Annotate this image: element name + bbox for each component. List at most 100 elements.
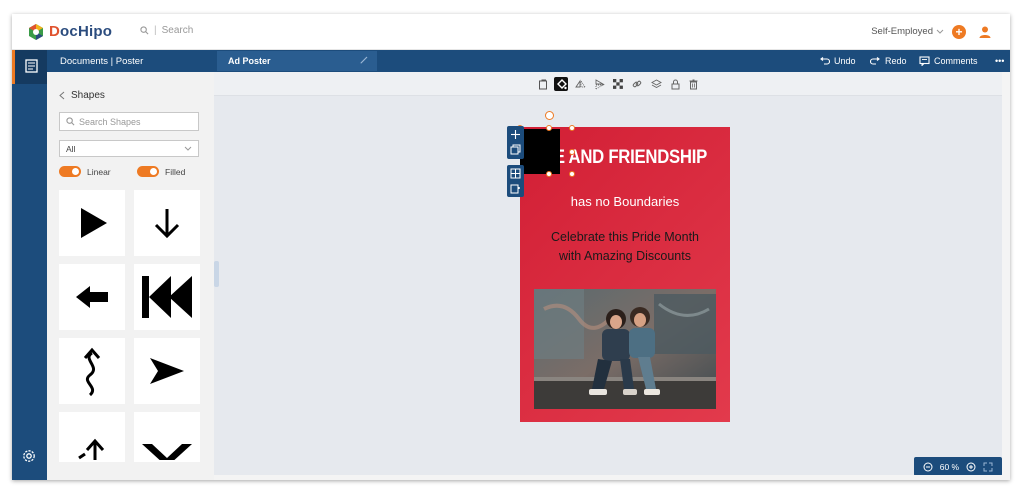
search-input[interactable]: Search bbox=[162, 25, 194, 36]
resize-handle-top-right[interactable] bbox=[569, 125, 575, 131]
link-icon bbox=[632, 80, 642, 88]
redo-label: Redo bbox=[885, 56, 907, 66]
poster-body-line-2: with Amazing Discounts bbox=[558, 249, 691, 263]
shape-tile-chevron-down-partial[interactable] bbox=[134, 412, 200, 462]
flip-vertical-tool[interactable] bbox=[592, 77, 606, 91]
delete-tool[interactable] bbox=[686, 77, 700, 91]
panel-back-button[interactable]: Shapes bbox=[59, 90, 105, 101]
rotate-handle-icon[interactable] bbox=[545, 111, 554, 120]
app-window: DocHipo | Search Self-Employed + Documen… bbox=[12, 14, 1010, 480]
top-search[interactable]: | Search bbox=[140, 25, 193, 36]
account-label: Self-Employed bbox=[871, 26, 933, 37]
shapes-category-select[interactable]: All bbox=[59, 140, 199, 157]
shape-tile-play-arrow[interactable] bbox=[59, 190, 125, 256]
dochipo-logo-icon bbox=[29, 23, 43, 40]
arrow-down-icon bbox=[154, 209, 180, 239]
flip-horizontal-tool[interactable] bbox=[573, 77, 587, 91]
element-toolbar bbox=[214, 72, 1002, 96]
undo-label: Undo bbox=[834, 56, 856, 66]
shape-tile-arrow-down[interactable] bbox=[134, 190, 200, 256]
undo-button[interactable]: Undo bbox=[819, 56, 856, 66]
play-arrow-icon bbox=[81, 208, 107, 238]
flip-horizontal-icon bbox=[574, 79, 586, 88]
flip-vertical-icon bbox=[595, 78, 605, 90]
resize-handle-middle-right[interactable] bbox=[569, 149, 575, 155]
account-dropdown[interactable]: Self-Employed bbox=[871, 26, 944, 37]
shape-tile-arrow-left[interactable] bbox=[59, 264, 125, 330]
chevron-down-icon bbox=[184, 146, 192, 151]
linear-label: Linear bbox=[87, 166, 111, 177]
lock-tool[interactable] bbox=[668, 77, 682, 91]
arrow-left-icon bbox=[76, 286, 108, 308]
logo[interactable]: DocHipo bbox=[28, 23, 112, 40]
shape-tile-arrow-up-partial[interactable] bbox=[59, 412, 125, 462]
poster-subheading[interactable]: has no Boundaries bbox=[520, 194, 730, 209]
copy-tool[interactable] bbox=[536, 77, 550, 91]
comments-label: Comments bbox=[934, 56, 978, 66]
poster-body-text[interactable]: Celebrate this Pride Month with Amazing … bbox=[530, 228, 720, 266]
redo-button[interactable]: Redo bbox=[870, 56, 907, 66]
settings-gear-icon[interactable] bbox=[21, 448, 37, 464]
poster-headline[interactable]: VE AND FRIENDSHIP bbox=[533, 147, 718, 169]
arrow-up-partial-icon bbox=[78, 438, 105, 460]
photo-image bbox=[534, 289, 716, 409]
fill-color-tool[interactable] bbox=[554, 77, 568, 91]
chevron-down-icon bbox=[936, 29, 944, 34]
zoom-out-icon[interactable] bbox=[923, 462, 933, 472]
filled-toggle[interactable]: Filled bbox=[137, 166, 185, 177]
zoom-in-icon[interactable] bbox=[966, 462, 976, 472]
plus-icon[interactable] bbox=[510, 129, 521, 140]
linear-toggle[interactable]: Linear bbox=[59, 166, 111, 177]
add-icon[interactable]: + bbox=[952, 25, 966, 39]
linear-switch[interactable] bbox=[59, 166, 81, 177]
panel-collapse-handle[interactable] bbox=[214, 261, 219, 287]
side-tools-add bbox=[507, 126, 524, 159]
chevron-left-icon bbox=[59, 91, 65, 100]
grid-icon[interactable] bbox=[510, 168, 521, 179]
shapes-search-placeholder: Search Shapes bbox=[79, 116, 141, 127]
more-options-button[interactable]: ••• bbox=[995, 56, 1004, 66]
filled-switch[interactable] bbox=[137, 166, 159, 177]
zoom-control: 60 % bbox=[914, 457, 1002, 475]
fullscreen-icon[interactable] bbox=[983, 462, 993, 472]
navigation-arrow-icon bbox=[150, 358, 184, 384]
document-name-field[interactable]: Ad Poster bbox=[217, 51, 377, 71]
layers-tool[interactable] bbox=[649, 77, 663, 91]
page-copy-icon[interactable] bbox=[510, 183, 521, 194]
document-icon bbox=[25, 59, 38, 73]
user-icon[interactable] bbox=[978, 25, 992, 39]
wavy-arrow-up-icon bbox=[83, 347, 101, 397]
shapes-search-input[interactable]: Search Shapes bbox=[59, 112, 199, 131]
design-canvas[interactable]: VE AND FRIENDSHIP has no Boundaries Cele… bbox=[214, 72, 1002, 475]
canvas-horizontal-scrollbar[interactable] bbox=[214, 475, 1002, 480]
top-bar: DocHipo | Search Self-Employed + bbox=[12, 14, 1010, 50]
undo-icon bbox=[820, 57, 830, 65]
breadcrumb[interactable]: Documents | Poster bbox=[60, 56, 143, 67]
selected-shape[interactable] bbox=[520, 129, 560, 174]
zoom-level[interactable]: 60 % bbox=[940, 462, 959, 472]
pencil-icon[interactable] bbox=[359, 55, 369, 65]
shape-tile-navigation-arrow[interactable] bbox=[134, 338, 200, 404]
trash-icon bbox=[689, 79, 697, 89]
more-icon: ••• bbox=[995, 56, 1005, 66]
shape-tile-rewind[interactable] bbox=[134, 264, 200, 330]
search-separator: | bbox=[154, 25, 157, 36]
duplicate-icon[interactable] bbox=[510, 144, 521, 155]
resize-handle-bottom-right[interactable] bbox=[569, 171, 575, 177]
canvas-vertical-scrollbar[interactable] bbox=[1002, 72, 1010, 480]
comment-icon bbox=[919, 56, 930, 66]
poster-body-line-1: Celebrate this Pride Month bbox=[551, 230, 699, 244]
rail-item-documents[interactable] bbox=[12, 50, 47, 84]
shape-tile-wavy-arrow[interactable] bbox=[59, 338, 125, 404]
document-name: Ad Poster bbox=[228, 56, 271, 66]
search-icon bbox=[66, 117, 75, 126]
redo-icon bbox=[870, 57, 880, 65]
resize-handle-bottom-center[interactable] bbox=[546, 171, 552, 177]
transparency-tool[interactable] bbox=[611, 77, 625, 91]
resize-handle-top-center[interactable] bbox=[546, 125, 552, 131]
poster-photo[interactable] bbox=[534, 289, 716, 409]
search-icon bbox=[140, 26, 149, 35]
comments-button[interactable]: Comments bbox=[919, 56, 978, 66]
panel-bottom-area bbox=[47, 462, 214, 480]
link-tool[interactable] bbox=[630, 77, 644, 91]
